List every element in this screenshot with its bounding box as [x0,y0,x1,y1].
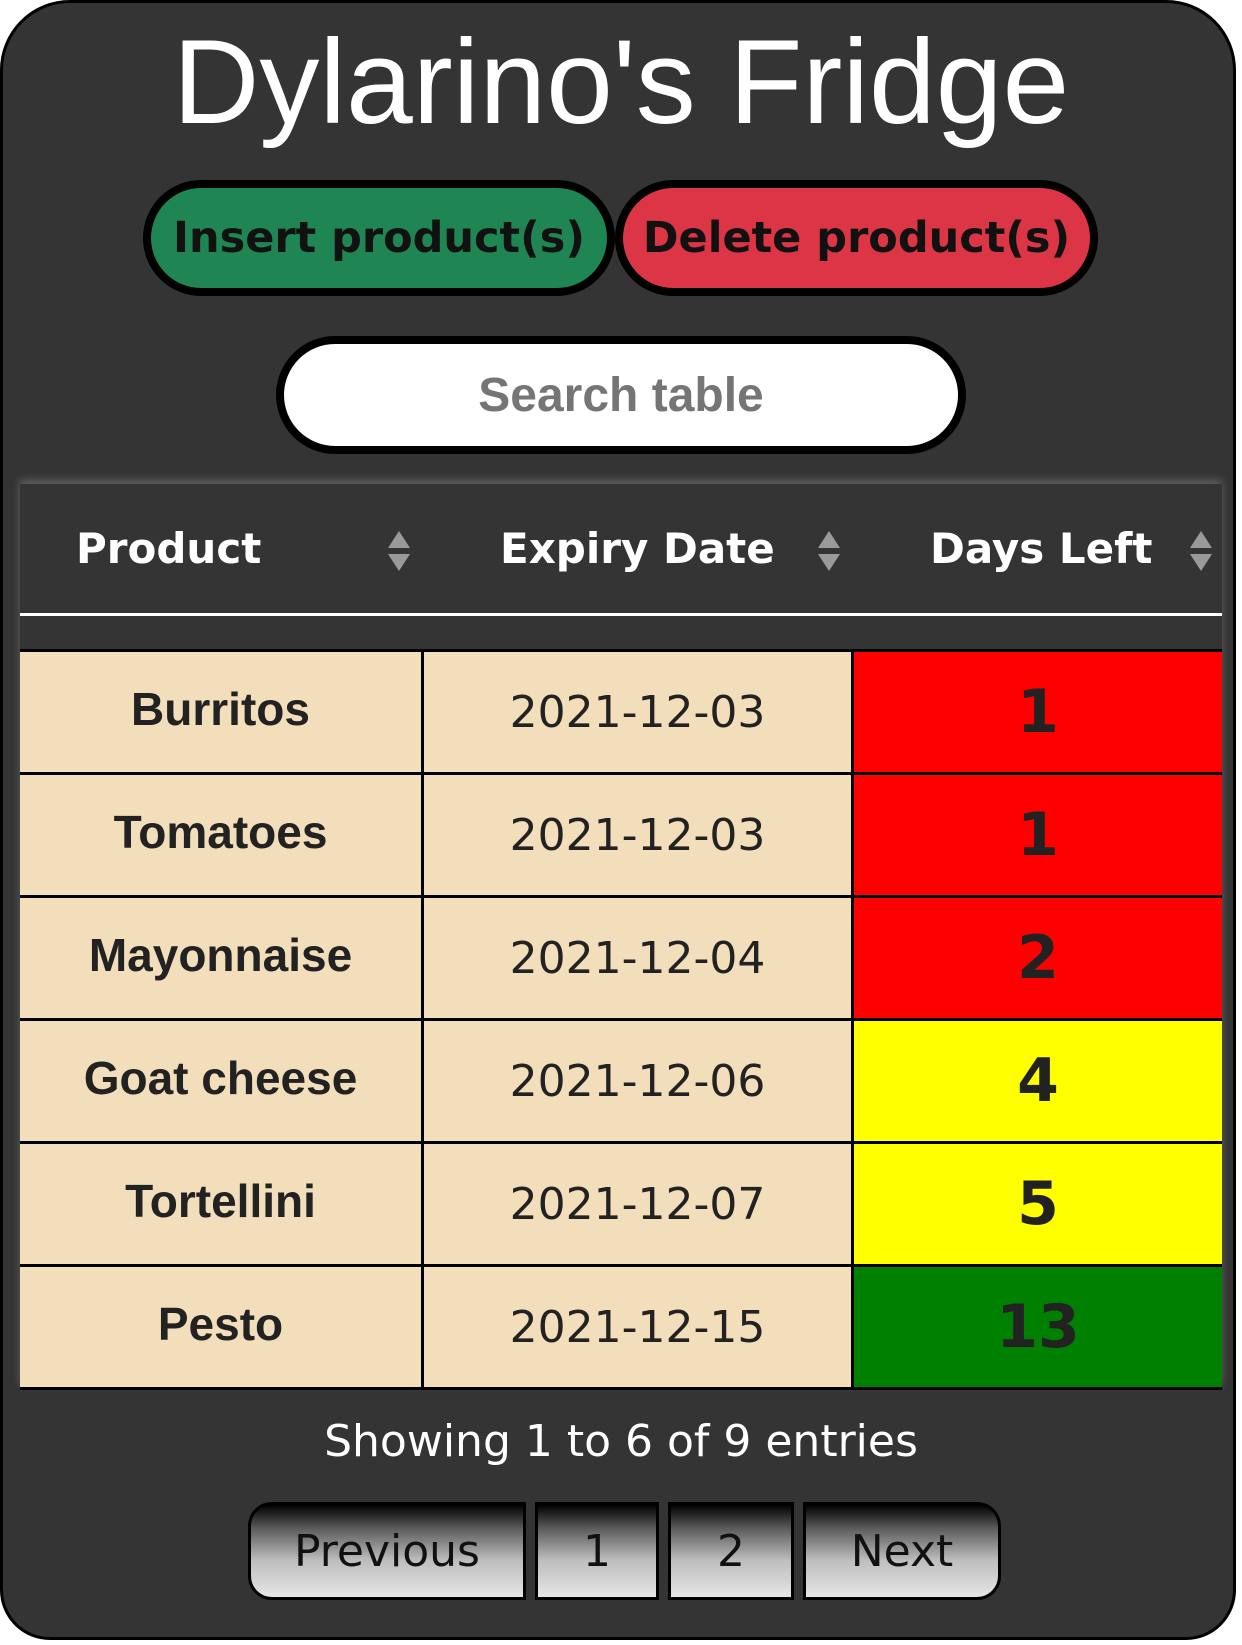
product-cell: Goat cheese [20,1021,424,1141]
expiry-date-cell: 2021-12-15 [424,1267,854,1387]
table-header: Product Expiry Date Days Left [20,484,1222,616]
table-row[interactable]: Tortellini 2021-12-07 5 [20,1141,1222,1264]
previous-page-button[interactable]: Previous [248,1502,526,1600]
next-page-button[interactable]: Next [803,1502,1001,1600]
days-left-cell: 2 [854,898,1222,1018]
days-left-cell: 4 [854,1021,1222,1141]
column-header-label: Days Left [930,524,1153,573]
column-header-product[interactable]: Product [20,484,424,613]
column-header-days-left[interactable]: Days Left [854,484,1222,613]
table-row[interactable]: Mayonnaise 2021-12-04 2 [20,895,1222,1018]
product-cell: Mayonnaise [20,898,424,1018]
table-row[interactable]: Tomatoes 2021-12-03 1 [20,772,1222,895]
product-cell: Burritos [20,652,424,772]
table-row[interactable]: Burritos 2021-12-03 1 [20,649,1222,772]
pagination: Previous 1 2 Next [248,1502,1001,1600]
expiry-date-cell: 2021-12-06 [424,1021,854,1141]
days-left-cell: 13 [854,1267,1222,1387]
sort-icon [1190,531,1212,571]
header-spacer [20,616,1222,651]
page-2-button[interactable]: 2 [668,1502,794,1600]
search-input[interactable] [276,336,966,454]
expiry-date-cell: 2021-12-03 [424,775,854,895]
product-cell: Pesto [20,1267,424,1387]
table-info: Showing 1 to 6 of 9 entries [324,1416,918,1467]
products-table: Product Expiry Date Days Left Burritos 2… [20,484,1222,1390]
product-cell: Tomatoes [20,775,424,895]
table-body: Burritos 2021-12-03 1 Tomatoes 2021-12-0… [20,649,1222,1390]
page-1-button[interactable]: 1 [535,1502,659,1600]
days-left-cell: 1 [854,775,1222,895]
days-left-cell: 1 [854,652,1222,772]
column-header-label: Expiry Date [500,524,775,573]
expiry-date-cell: 2021-12-04 [424,898,854,1018]
sort-icon [388,531,410,571]
table-row[interactable]: Pesto 2021-12-15 13 [20,1264,1222,1390]
expiry-date-cell: 2021-12-07 [424,1144,854,1264]
product-cell: Tortellini [20,1144,424,1264]
days-left-cell: 5 [854,1144,1222,1264]
expiry-date-cell: 2021-12-03 [424,652,854,772]
page-title: Dylarino's Fridge [172,15,1070,149]
sort-icon [818,531,840,571]
column-header-expiry-date[interactable]: Expiry Date [424,484,854,613]
column-header-label: Product [76,524,262,573]
insert-products-button[interactable]: Insert product(s) [143,180,615,296]
delete-products-button[interactable]: Delete product(s) [615,180,1098,296]
table-row[interactable]: Goat cheese 2021-12-06 4 [20,1018,1222,1141]
